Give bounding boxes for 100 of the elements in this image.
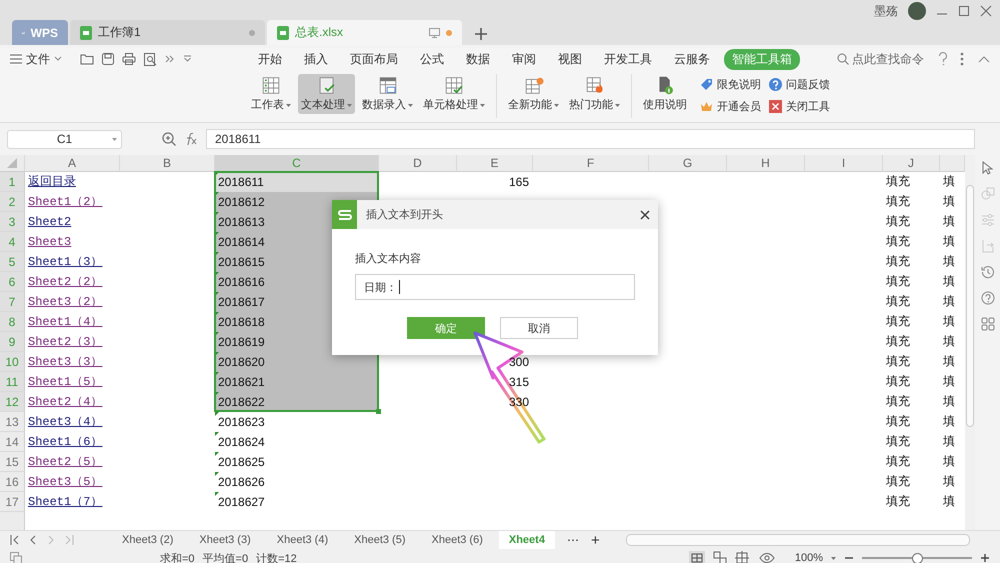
cancel-button[interactable]: 取消: [500, 317, 578, 339]
page-break-icon[interactable]: [712, 551, 727, 563]
ribbon-tool[interactable]: 数据录入: [359, 74, 416, 114]
chevron-down-icon[interactable]: [54, 56, 62, 62]
sheet-link[interactable]: Sheet1（5）: [28, 373, 102, 390]
sheet-tab[interactable]: Xheet3 (3): [189, 531, 261, 549]
column-header[interactable]: I: [805, 155, 883, 172]
name-box[interactable]: C1: [7, 130, 122, 148]
column-header[interactable]: A: [25, 155, 120, 172]
collapse-icon[interactable]: [978, 55, 990, 63]
vertical-scrollbar[interactable]: [965, 155, 975, 530]
status-text: 计数=12: [256, 552, 297, 563]
customize-icon[interactable]: [183, 55, 192, 63]
ribbon-link[interactable]: 限免说明: [700, 74, 761, 94]
sheet-link[interactable]: 返回目录: [28, 173, 76, 190]
apps-icon[interactable]: [980, 317, 994, 331]
help-icon[interactable]: [938, 52, 948, 66]
page-layout-icon[interactable]: [734, 551, 751, 563]
column-header[interactable]: J: [883, 155, 940, 172]
ribbon-tool[interactable]: 工作表: [248, 74, 294, 114]
sheet-tab[interactable]: Xheet4: [498, 531, 555, 549]
add-sheet-button[interactable]: +: [590, 532, 600, 548]
print-icon[interactable]: [122, 53, 136, 65]
menu-icon[interactable]: [10, 54, 22, 64]
table-cell-text: 填充: [885, 473, 911, 490]
status-text: 求和=0: [160, 552, 195, 563]
more-icon[interactable]: [165, 55, 175, 63]
text-field[interactable]: 日期：: [355, 274, 635, 300]
column-header[interactable]: D: [379, 155, 457, 172]
sheet-link[interactable]: Sheet2（5）: [28, 453, 102, 470]
print-preview-icon[interactable]: [144, 52, 157, 66]
ribbon-tool[interactable]: 使用说明: [640, 74, 690, 114]
column-header[interactable]: G: [649, 155, 727, 172]
add-icon[interactable]: [474, 27, 488, 41]
zoom-level[interactable]: 100%: [794, 552, 823, 563]
column-header[interactable]: H: [727, 155, 805, 172]
caret-icon[interactable]: [831, 556, 836, 560]
ribbon-tab[interactable]: 数据: [458, 48, 498, 70]
function-icon[interactable]: [184, 132, 198, 146]
ribbon-link[interactable]: 问题反馈: [769, 74, 830, 94]
sheet-tab[interactable]: Xheet3 (2): [112, 531, 184, 549]
sheet-link[interactable]: Sheet1（2）: [28, 193, 102, 210]
sheet-link[interactable]: Sheet3（3）: [28, 353, 102, 370]
sheet-link[interactable]: Sheet2（2）: [28, 273, 102, 290]
kebab-menu-icon[interactable]: [960, 52, 964, 66]
ribbon-tab[interactable]: 视图: [550, 48, 590, 70]
sheet-link[interactable]: Sheet1（7）: [28, 493, 102, 510]
maximize-icon[interactable]: [958, 5, 970, 17]
column-header[interactable]: F: [533, 155, 649, 172]
sliders-icon[interactable]: [980, 213, 994, 227]
save-icon[interactable]: [102, 53, 114, 65]
zoom-in-icon[interactable]: [980, 553, 990, 563]
history-icon[interactable]: [980, 265, 994, 279]
zoom-icon[interactable]: [162, 132, 176, 146]
ribbon-tab[interactable]: 云服务: [666, 48, 718, 70]
command-search[interactable]: 点此查找命令: [852, 50, 924, 68]
column-header[interactable]: E: [457, 155, 533, 172]
ribbon-tool[interactable]: 热门功能: [566, 74, 623, 114]
table-cell-text: 填: [942, 173, 956, 190]
folder-icon[interactable]: [80, 53, 94, 65]
sheet-link[interactable]: Sheet1（4）: [28, 313, 102, 330]
ribbon-tab[interactable]: 开发工具: [596, 48, 660, 70]
first-sheet-icon[interactable]: [10, 535, 20, 545]
ribbon-link[interactable]: 关闭工具: [769, 96, 830, 116]
ribbon-tab[interactable]: 审阅: [504, 48, 544, 70]
slider-thumb[interactable]: [912, 553, 923, 563]
formula-field[interactable]: 2018611: [206, 129, 975, 149]
app-tab[interactable]: 工作簿1: [70, 20, 265, 45]
ribbon-tool[interactable]: 文本处理: [298, 74, 355, 114]
close-icon[interactable]: [640, 210, 650, 220]
previous-sheet-icon[interactable]: [28, 535, 38, 545]
sheet-link[interactable]: Sheet3: [28, 234, 72, 248]
file-menu[interactable]: 文件: [26, 50, 50, 68]
sheet-link[interactable]: Sheet3（2）: [28, 293, 102, 310]
avatar[interactable]: [908, 2, 926, 20]
more-sheets-button[interactable]: ⋯: [566, 533, 579, 547]
help-icon[interactable]: [980, 291, 994, 305]
ribbon-tab[interactable]: 页面布局: [342, 48, 406, 70]
normal-view-icon[interactable]: [688, 551, 705, 563]
sheet-link[interactable]: Sheet1（6）: [28, 433, 102, 450]
ribbon-tab[interactable]: 公式: [412, 48, 452, 70]
sheet-tab[interactable]: Xheet3 (5): [344, 531, 416, 549]
ribbon-tool[interactable]: 单元格处理: [420, 74, 488, 114]
ribbon-tool[interactable]: 全新功能: [505, 74, 562, 114]
eye-icon[interactable]: [758, 552, 775, 563]
sheet-link[interactable]: Sheet2: [28, 214, 72, 228]
sheet-link[interactable]: Sheet3（5）: [28, 473, 102, 490]
cursor-icon[interactable]: [982, 161, 994, 175]
sheet-link[interactable]: Sheet1（3）: [28, 253, 102, 270]
ribbon-tab[interactable]: 开始: [250, 48, 290, 70]
sheet-link[interactable]: Sheet2（3）: [28, 333, 102, 350]
ribbon-link[interactable]: 开通会员: [700, 96, 761, 116]
horizontal-scrollbar[interactable]: [626, 534, 970, 546]
sheet-tab[interactable]: Xheet3 (6): [422, 531, 493, 549]
sheet-link[interactable]: Sheet3（4）: [28, 413, 102, 430]
close-icon[interactable]: [980, 5, 992, 17]
ribbon-tab[interactable]: 插入: [296, 48, 336, 70]
sheet-status-icon[interactable]: [10, 552, 22, 563]
sheet-link[interactable]: Sheet2（4）: [28, 393, 102, 410]
sheet-tab[interactable]: Xheet3 (4): [266, 531, 338, 549]
